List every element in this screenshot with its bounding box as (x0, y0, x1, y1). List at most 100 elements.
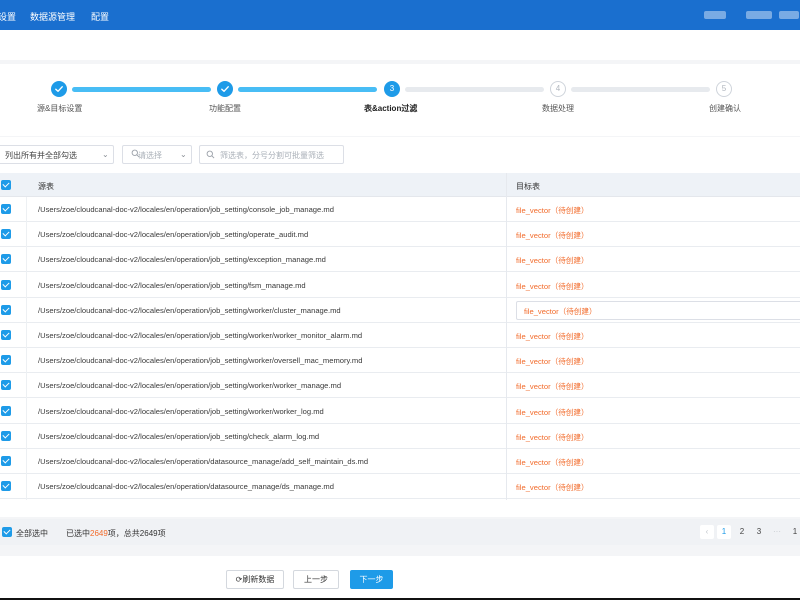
row-checkbox[interactable] (1, 279, 11, 290)
nav-item-settings[interactable]: 设置 (0, 10, 16, 23)
nav-item-config[interactable]: 配置 (91, 10, 109, 23)
search-icon (206, 150, 215, 159)
target-table-name[interactable]: file_vector（待创建） (516, 255, 589, 266)
last-page-button[interactable]: 1 (790, 525, 800, 539)
step-3-label: 表&action过滤 (364, 104, 418, 113)
step-connector-4 (571, 87, 710, 92)
target-table-name[interactable]: file_vector（待创建） (516, 230, 589, 241)
target-table-name[interactable]: file_vector（待创建） (516, 331, 589, 342)
page-3-button[interactable]: 3 (752, 525, 766, 539)
next-step-button[interactable]: 下一步 (350, 570, 393, 589)
page-ellipsis[interactable]: ··· (769, 525, 785, 539)
table-filter-placeholder: 筛选表，分号分割可批量筛选 (220, 151, 324, 160)
account-info-blurred (746, 11, 772, 19)
row-checkbox[interactable] (1, 380, 11, 391)
table-row[interactable]: /Users/zoe/cloudcanal-doc-v2/locales/en/… (0, 222, 800, 248)
page-1-button[interactable]: 1 (717, 525, 731, 539)
action-bar (0, 556, 800, 598)
total-count: 2649 (139, 529, 158, 538)
table-row[interactable]: /Users/zoe/cloudcanal-doc-v2/locales/en/… (0, 449, 800, 474)
target-table-name[interactable]: file_vector（待创建） (516, 457, 589, 468)
row-checkbox[interactable] (1, 204, 11, 214)
target-table-name[interactable]: file_vector（待创建） (516, 281, 589, 292)
top-nav-bar: 设置 数据源管理 配置 (0, 0, 800, 30)
prev-page-button[interactable]: ‹ (700, 525, 714, 539)
table-row[interactable]: /Users/zoe/cloudcanal-doc-v2/locales/en/… (0, 423, 800, 449)
target-table-name[interactable]: file_vector（待创建） (516, 205, 589, 216)
row-checkbox[interactable] (1, 405, 11, 416)
step-1-label: 源&目标设置 (37, 104, 83, 113)
step-5: 5 (716, 81, 732, 97)
row-checkbox[interactable] (1, 304, 11, 315)
source-table-path: /Users/zoe/cloudcanal-doc-v2/locales/en/… (38, 255, 326, 265)
chevron-down-icon: ⌄ (180, 150, 187, 159)
app-window: 设置 数据源管理 配置 3 4 5 源&目标设置 功能配置 表&action过滤… (0, 0, 800, 600)
step-4: 4 (550, 81, 566, 97)
target-table-name[interactable]: file_vector（待创建） (516, 432, 589, 443)
selected-prefix: 已选中 (66, 529, 90, 538)
row-checkbox[interactable] (1, 229, 11, 240)
refresh-data-button[interactable]: ⟳刷新数据 (226, 570, 284, 589)
step-4-label: 数据处理 (542, 104, 574, 113)
table-row[interactable]: /Users/zoe/cloudcanal-doc-v2/locales/en/… (0, 474, 800, 500)
table-row[interactable]: /Users/zoe/cloudcanal-doc-v2/locales/en/… (0, 272, 800, 298)
sub-header (0, 30, 800, 60)
source-table-path: /Users/zoe/cloudcanal-doc-v2/locales/en/… (38, 406, 324, 416)
source-table-path: /Users/zoe/cloudcanal-doc-v2/locales/en/… (38, 356, 363, 366)
header-source: 源表 (38, 182, 54, 191)
table-row[interactable]: /Users/zoe/cloudcanal-doc-v2/locales/en/… (0, 373, 800, 399)
selected-mid: 项，总共 (107, 529, 140, 538)
nav-item-datasource[interactable]: 数据源管理 (30, 10, 75, 23)
source-table-path: /Users/zoe/cloudcanal-doc-v2/locales/en/… (38, 431, 320, 441)
step-connector-1 (72, 87, 211, 92)
step-3-active: 3 (384, 81, 400, 97)
target-table-input[interactable]: file_vector（待创建） (516, 300, 800, 320)
check-icon (221, 86, 229, 92)
step-1-done (51, 81, 67, 97)
source-table-path: /Users/zoe/cloudcanal-doc-v2/locales/en/… (38, 280, 306, 290)
selection-summary: 已选中2649项，总共2649项 (66, 528, 166, 539)
table-row[interactable]: /Users/zoe/cloudcanal-doc-v2/locales/en/… (0, 348, 800, 374)
checkbox-column-divider (26, 197, 27, 500)
menu-info-blurred (779, 11, 799, 19)
row-checkbox[interactable] (1, 355, 11, 366)
table-row[interactable]: /Users/zoe/cloudcanal-doc-v2/locales/en/… (0, 297, 800, 323)
table-row[interactable]: /Users/zoe/cloudcanal-doc-v2/locales/en/… (0, 197, 800, 222)
prev-step-button[interactable]: 上一步 (293, 570, 339, 589)
table-row[interactable]: /Users/zoe/cloudcanal-doc-v2/locales/en/… (0, 247, 800, 273)
source-table-path: /Users/zoe/cloudcanal-doc-v2/locales/en/… (38, 381, 342, 391)
header-select-all-checkbox[interactable] (1, 180, 11, 190)
check-icon (55, 86, 63, 92)
target-table-name: file_vector（待创建） (524, 306, 597, 316)
target-table-name[interactable]: file_vector（待创建） (516, 356, 589, 367)
chevron-down-icon: ⌄ (102, 150, 109, 159)
row-checkbox[interactable] (1, 456, 11, 466)
select-all-checkbox[interactable] (2, 527, 12, 537)
step-2-label: 功能配置 (209, 104, 241, 113)
list-mode-select[interactable]: 列出所有并全部勾选 ⌄ (0, 145, 114, 164)
step-connector-3 (405, 87, 544, 92)
row-checkbox[interactable] (1, 254, 11, 265)
filter-select-placeholder: 请选择 (138, 151, 162, 160)
step-2-done (217, 81, 233, 97)
steps-panel (0, 64, 800, 136)
row-checkbox[interactable] (1, 430, 11, 441)
column-divider (506, 173, 507, 500)
page-2-button[interactable]: 2 (735, 525, 749, 539)
step-connector-2 (238, 87, 377, 92)
table-row[interactable]: /Users/zoe/cloudcanal-doc-v2/locales/en/… (0, 323, 800, 348)
source-table-path: /Users/zoe/cloudcanal-doc-v2/locales/en/… (38, 305, 341, 315)
header-target: 目标表 (516, 182, 540, 191)
table-filter-input[interactable]: 筛选表，分号分割可批量筛选 (199, 145, 344, 164)
target-table-name[interactable]: file_vector（待创建） (516, 482, 589, 493)
source-table-path: /Users/zoe/cloudcanal-doc-v2/locales/en/… (38, 331, 363, 340)
target-table-name[interactable]: file_vector（待创建） (516, 407, 589, 418)
row-checkbox[interactable] (1, 481, 11, 492)
table-row[interactable]: /Users/zoe/cloudcanal-doc-v2/locales/en/… (0, 398, 800, 424)
list-mode-value: 列出所有并全部勾选 (5, 151, 77, 160)
step-5-label: 创建确认 (709, 104, 741, 113)
row-checkbox[interactable] (1, 330, 11, 340)
selected-count: 2649 (90, 529, 108, 538)
target-table-name[interactable]: file_vector（待创建） (516, 381, 589, 392)
table-header: 源表 目标表 (0, 173, 800, 197)
